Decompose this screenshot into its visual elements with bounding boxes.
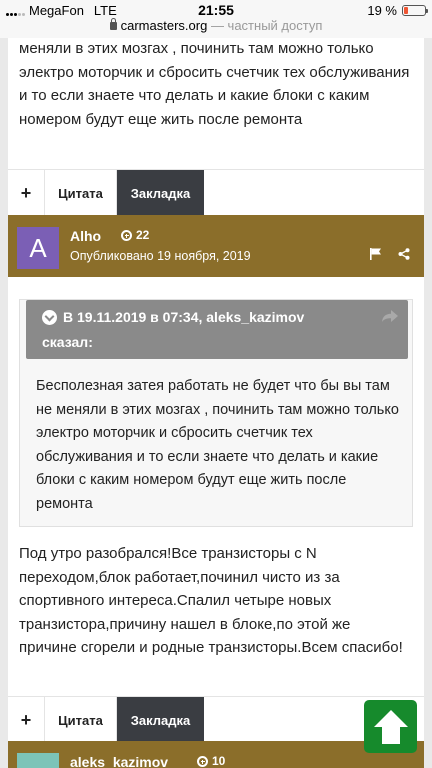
reputation-badge: 22 [121,228,149,242]
chevron-down-icon[interactable] [42,309,57,325]
post-actions-previous: + Цитата Закладка [8,169,424,216]
quote-button[interactable]: Цитата [45,697,117,743]
post-text: Под утро разобрался!Все транзисторы с N … [19,545,403,656]
reputation-count: 10 [212,754,226,768]
url-host: carmasters.org [120,18,208,33]
quote-text: Бесполезная затея работать не будет что … [36,378,399,512]
arrow-up-icon [373,709,408,744]
url-bar[interactable]: carmasters.org — частный доступ [0,18,432,33]
go-to-post-icon[interactable] [382,310,398,322]
reputation-badge: 10 [197,754,225,768]
quote-said: сказал: [42,334,93,350]
post-card-previous: меняли в этих мозгах , починить там можн… [8,38,424,170]
bookmark-button[interactable]: Закладка [117,170,204,216]
quote-source: В 19.11.2019 в 07:34, aleks_kazimov [63,309,305,325]
share-icon[interactable] [398,248,410,260]
avatar[interactable]: A [17,227,59,269]
post-author-bar: A Alho 22 Опубликовано 19 ноября, 2019 [8,215,424,277]
plus-circle-icon [197,755,208,767]
author-name[interactable]: aleks_kazimov [70,754,168,768]
plus-button[interactable]: + [8,170,45,216]
next-post-author-bar: aleks_kazimov 10 [8,741,424,768]
quote-block: В 19.11.2019 в 07:34, aleks_kazimov сказ… [19,299,413,527]
status-bar: MegaFon LTE 21:55 19 % carmasters.org — … [0,0,432,38]
published-date[interactable]: Опубликовано 19 ноября, 2019 [70,249,251,263]
battery-info: 19 % [367,3,428,18]
flag-icon[interactable] [370,248,382,260]
battery-percent: 19 % [367,3,397,18]
author-name[interactable]: Alho [70,228,101,244]
plus-button[interactable]: + [8,697,45,743]
plus-circle-icon [121,229,132,241]
post-text: меняли в этих мозгах , починить там можн… [19,40,410,128]
scroll-to-top-button[interactable] [364,700,417,753]
avatar[interactable] [17,753,59,768]
quote-button[interactable]: Цитата [45,170,117,216]
bookmark-button[interactable]: Закладка [117,697,204,743]
url-suffix: — частный доступ [207,18,323,33]
reputation-count: 22 [136,228,150,242]
quote-header[interactable]: В 19.11.2019 в 07:34, aleks_kazimov сказ… [26,300,408,359]
battery-icon [402,5,428,16]
quote-header-line: В 19.11.2019 в 07:34, aleks_kazimov [42,309,304,325]
lock-icon [109,18,117,30]
post-actions-main: + Цитата Закладка [8,696,424,743]
